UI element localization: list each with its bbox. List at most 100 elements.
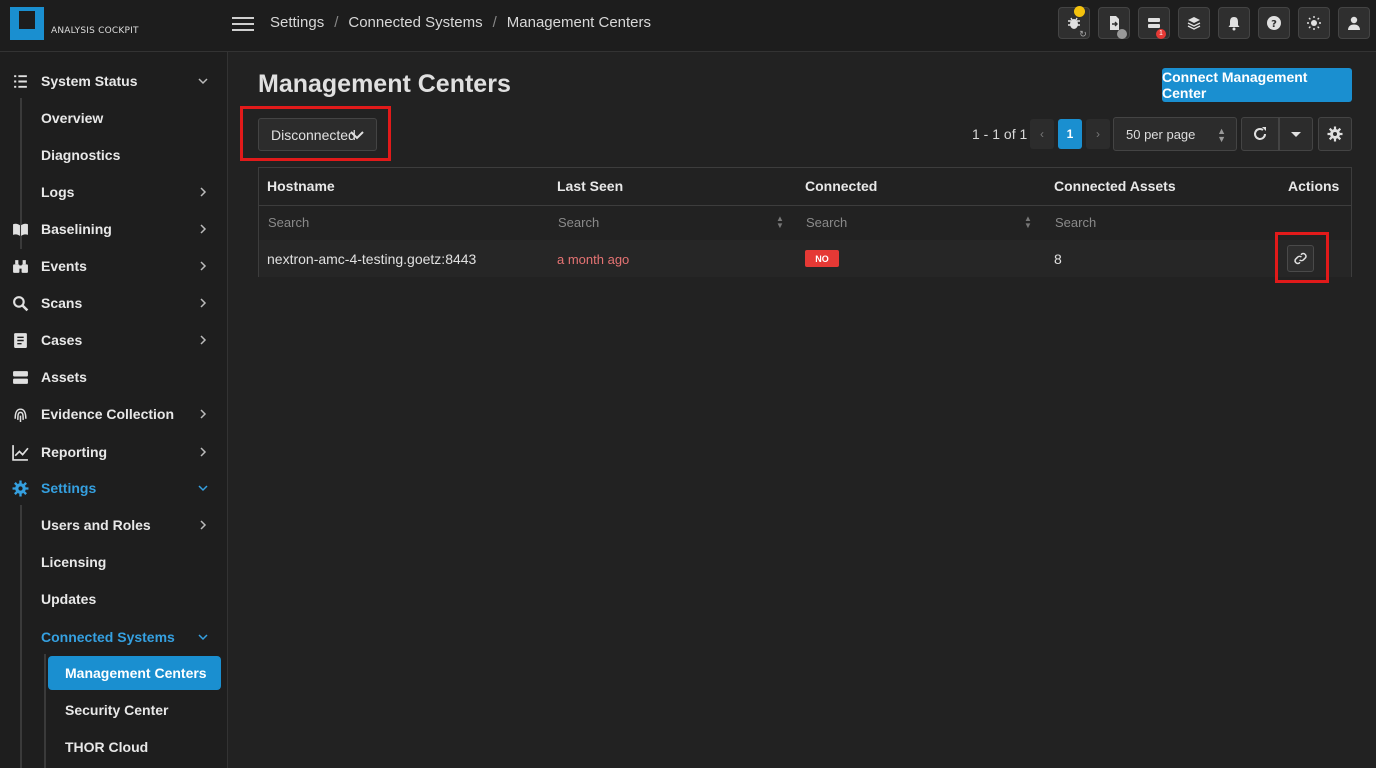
- notifications-button[interactable]: [1218, 7, 1250, 39]
- sort-icon[interactable]: ▲ ▼: [776, 215, 784, 230]
- breadcrumb-management-centers: Management Centers: [506, 14, 652, 31]
- breadcrumb-separator: /: [334, 14, 339, 31]
- sidebar-item-label: Baselining: [41, 221, 112, 237]
- highlight-box-action: [1275, 232, 1329, 283]
- search-hostname-input[interactable]: Search: [268, 215, 309, 230]
- sidebar-item-updates[interactable]: Updates: [0, 583, 228, 615]
- breadcrumb-separator: /: [492, 14, 497, 31]
- per-page-value: 50 per page: [1126, 126, 1196, 142]
- file-export-button[interactable]: [1098, 7, 1130, 39]
- top-bar: ANALYSIS COCKPIT Settings / Connected Sy…: [0, 0, 1376, 52]
- search-connected-assets-input[interactable]: Search: [1055, 215, 1096, 230]
- app-logo-text: ANALYSIS COCKPIT: [51, 26, 139, 36]
- menu-toggle-icon[interactable]: [232, 14, 254, 34]
- app-logo[interactable]: [10, 7, 44, 40]
- server-button[interactable]: 1: [1138, 7, 1170, 39]
- layers-button[interactable]: [1178, 7, 1210, 39]
- gear-icon: [11, 479, 29, 497]
- sidebar-item-evidence-collection[interactable]: Evidence Collection: [0, 398, 228, 430]
- sidebar-item-label: Events: [41, 258, 87, 274]
- sidebar-item-thor-cloud[interactable]: THOR Cloud: [0, 731, 228, 763]
- chevron-right-icon: [200, 187, 207, 197]
- list-icon: [11, 72, 29, 90]
- sidebar-item-events[interactable]: Events: [0, 250, 228, 282]
- sidebar-item-label: Licensing: [41, 554, 107, 570]
- svg-text:?: ?: [1271, 19, 1277, 30]
- sidebar-item-label: Settings: [41, 480, 97, 496]
- sidebar-item-label: Security Center: [65, 702, 169, 718]
- prev-page-button[interactable]: ‹: [1030, 119, 1054, 149]
- status-dot-gray: [1117, 29, 1127, 39]
- column-header-connected[interactable]: Connected: [805, 178, 877, 194]
- binoculars-icon: [11, 257, 29, 275]
- clipboard-icon: [11, 331, 29, 349]
- column-header-connected-assets[interactable]: Connected Assets: [1054, 178, 1176, 194]
- connected-assets-cell: 8: [1054, 251, 1062, 267]
- bug-button[interactable]: ↻: [1058, 6, 1090, 39]
- top-icon-bar: ↻ 1 ?: [1058, 6, 1370, 39]
- next-page-button[interactable]: ›: [1086, 119, 1110, 149]
- page-number-button[interactable]: 1: [1058, 119, 1082, 149]
- last-seen-cell: a month ago: [557, 252, 630, 267]
- sidebar-item-label: Users and Roles: [41, 517, 151, 533]
- sidebar-item-licensing[interactable]: Licensing: [0, 546, 228, 578]
- per-page-select[interactable]: 50 per page ▲ ▼: [1113, 117, 1237, 151]
- chevron-right-icon: [200, 409, 207, 419]
- sidebar-item-logs[interactable]: Logs: [0, 176, 228, 208]
- sidebar-item-label: THOR Cloud: [65, 739, 149, 755]
- status-dot-yellow: [1074, 6, 1085, 17]
- search-last-seen-input[interactable]: Search: [558, 215, 599, 230]
- chevron-down-icon: [198, 485, 208, 492]
- sidebar-item-security-center[interactable]: Security Center: [0, 694, 228, 726]
- chevron-down-icon: [198, 78, 208, 85]
- chevron-right-icon: [200, 261, 207, 271]
- page-title: Management Centers: [258, 70, 511, 98]
- sidebar-item-label: Evidence Collection: [41, 406, 175, 422]
- sidebar-item-cases[interactable]: Cases: [0, 324, 228, 356]
- user-menu-button[interactable]: [1338, 7, 1370, 39]
- sidebar-item-baselining[interactable]: Baselining: [0, 213, 228, 245]
- column-header-last-seen[interactable]: Last Seen: [557, 178, 623, 194]
- user-icon: [1348, 16, 1360, 30]
- refresh-options-dropdown[interactable]: [1279, 117, 1313, 151]
- management-centers-table: Hostname Last Seen Connected Connected A…: [258, 167, 1352, 277]
- sidebar-item-assets[interactable]: Assets: [0, 361, 228, 393]
- sidebar-item-connected-systems[interactable]: Connected Systems: [0, 621, 228, 653]
- caret-down-icon: [1291, 132, 1301, 137]
- connect-management-center-button[interactable]: Connect Management Center: [1162, 68, 1352, 102]
- sidebar: System Status Overview Diagnostics Logs …: [0, 52, 228, 768]
- sidebar-item-label: Updates: [41, 591, 97, 607]
- sidebar-item-settings[interactable]: Settings: [0, 472, 228, 504]
- sidebar-item-reporting[interactable]: Reporting: [0, 436, 228, 468]
- sidebar-item-label: Assets: [41, 369, 87, 385]
- sidebar-item-label: Connected Systems: [41, 629, 175, 645]
- sidebar-item-label: Management Centers: [65, 665, 207, 681]
- connection-filter-select[interactable]: Disconnected: [258, 118, 377, 151]
- sidebar-item-overview[interactable]: Overview: [0, 102, 228, 134]
- table-settings-button[interactable]: [1318, 117, 1352, 151]
- search-connected-input[interactable]: Search: [806, 215, 847, 230]
- book-icon: [11, 220, 29, 238]
- fingerprint-icon: [11, 405, 29, 423]
- filter-select-value: Disconnected: [271, 126, 356, 143]
- server-stack-icon: [11, 368, 29, 386]
- chevron-right-icon: [200, 298, 207, 308]
- help-button[interactable]: ?: [1258, 7, 1290, 39]
- chevron-right-icon: ›: [1096, 127, 1100, 141]
- breadcrumb-connected-systems[interactable]: Connected Systems: [348, 14, 482, 31]
- sidebar-item-scans[interactable]: Scans: [0, 287, 228, 319]
- sidebar-item-label: Scans: [41, 295, 83, 311]
- pagination-range: 1 - 1 of 1: [972, 126, 1028, 142]
- sidebar-item-management-centers[interactable]: Management Centers: [0, 657, 228, 689]
- sort-icon[interactable]: ▲ ▼: [1024, 215, 1032, 230]
- sidebar-item-diagnostics[interactable]: Diagnostics: [0, 139, 228, 171]
- bell-icon: [1228, 17, 1240, 31]
- breadcrumb-settings[interactable]: Settings: [270, 14, 324, 31]
- column-header-hostname[interactable]: Hostname: [267, 178, 335, 194]
- theme-toggle-button[interactable]: [1298, 7, 1330, 39]
- refresh-button[interactable]: [1241, 117, 1279, 151]
- column-header-actions: Actions: [1288, 178, 1340, 194]
- gear-icon: [1327, 126, 1343, 142]
- sidebar-item-users-and-roles[interactable]: Users and Roles: [0, 509, 228, 541]
- sidebar-item-system-status[interactable]: System Status: [0, 65, 228, 97]
